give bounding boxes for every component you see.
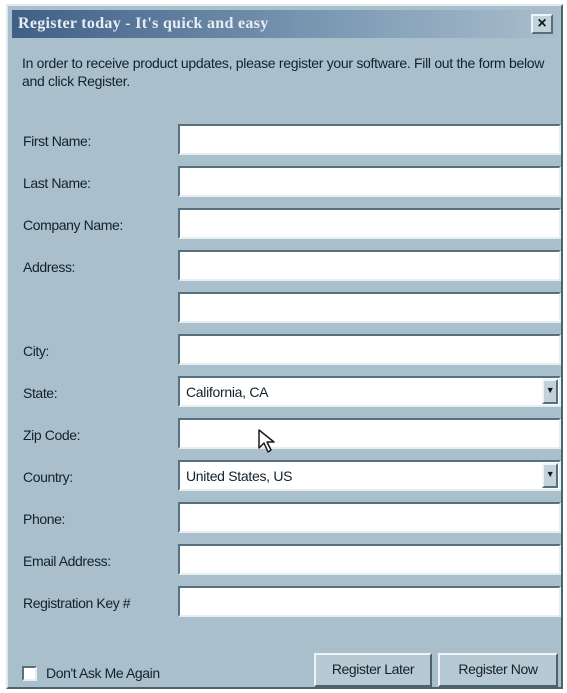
city-label: City: [23,343,50,359]
country-selected-value: United States, US [186,468,293,484]
address-line2-input[interactable] [178,292,561,323]
registration-key-row: Registration Key # [8,586,561,618]
first-name-label: First Name: [23,133,91,149]
chevron-down-icon[interactable]: ▼ [542,463,558,488]
mouse-pointer-icon [258,429,275,453]
state-label: State: [23,385,58,401]
registration-key-label: Registration Key # [23,595,131,611]
zip-code-row: Zip Code: [8,418,561,450]
address-row: Address: [8,250,561,282]
registration-dialog: Register today - It's quick and easy × I… [6,4,563,689]
last-name-input[interactable] [178,166,561,197]
close-button[interactable]: × [531,14,553,34]
first-name-input[interactable] [178,124,561,155]
country-row: Country: United States, US ▼ [8,460,561,492]
state-select[interactable]: California, CA ▼ [178,376,561,407]
address-label: Address: [23,259,76,275]
email-input[interactable] [178,544,561,575]
register-now-button[interactable]: Register Now [438,653,558,687]
last-name-label: Last Name: [23,175,91,191]
city-input[interactable] [178,334,561,365]
register-later-button[interactable]: Register Later [314,653,432,687]
window-title: Register today - It's quick and easy [18,15,269,32]
first-name-row: First Name: [8,124,561,156]
phone-input[interactable] [178,502,561,533]
company-name-label: Company Name: [23,217,123,233]
country-label: Country: [23,469,73,485]
company-name-input[interactable] [178,208,561,239]
dont-ask-checkbox[interactable] [22,666,37,681]
state-row: State: California, CA ▼ [8,376,561,408]
phone-label: Phone: [23,511,65,527]
intro-text: In order to receive product updates, ple… [22,55,545,89]
close-icon: × [537,15,547,32]
address-input[interactable] [178,250,561,281]
phone-row: Phone: [8,502,561,534]
company-name-row: Company Name: [8,208,561,240]
registration-key-input[interactable] [178,586,561,617]
address-line2-row [8,292,561,324]
title-bar[interactable]: Register today - It's quick and easy × [12,10,557,38]
zip-code-input[interactable] [178,418,561,449]
city-row: City: [8,334,561,366]
state-selected-value: California, CA [186,384,269,400]
dont-ask-label[interactable]: Don't Ask Me Again [46,665,160,681]
chevron-down-icon[interactable]: ▼ [542,379,558,404]
zip-code-label: Zip Code: [23,427,81,443]
last-name-row: Last Name: [8,166,561,198]
country-select[interactable]: United States, US ▼ [178,460,561,491]
email-label: Email Address: [23,553,111,569]
email-row: Email Address: [8,544,561,576]
